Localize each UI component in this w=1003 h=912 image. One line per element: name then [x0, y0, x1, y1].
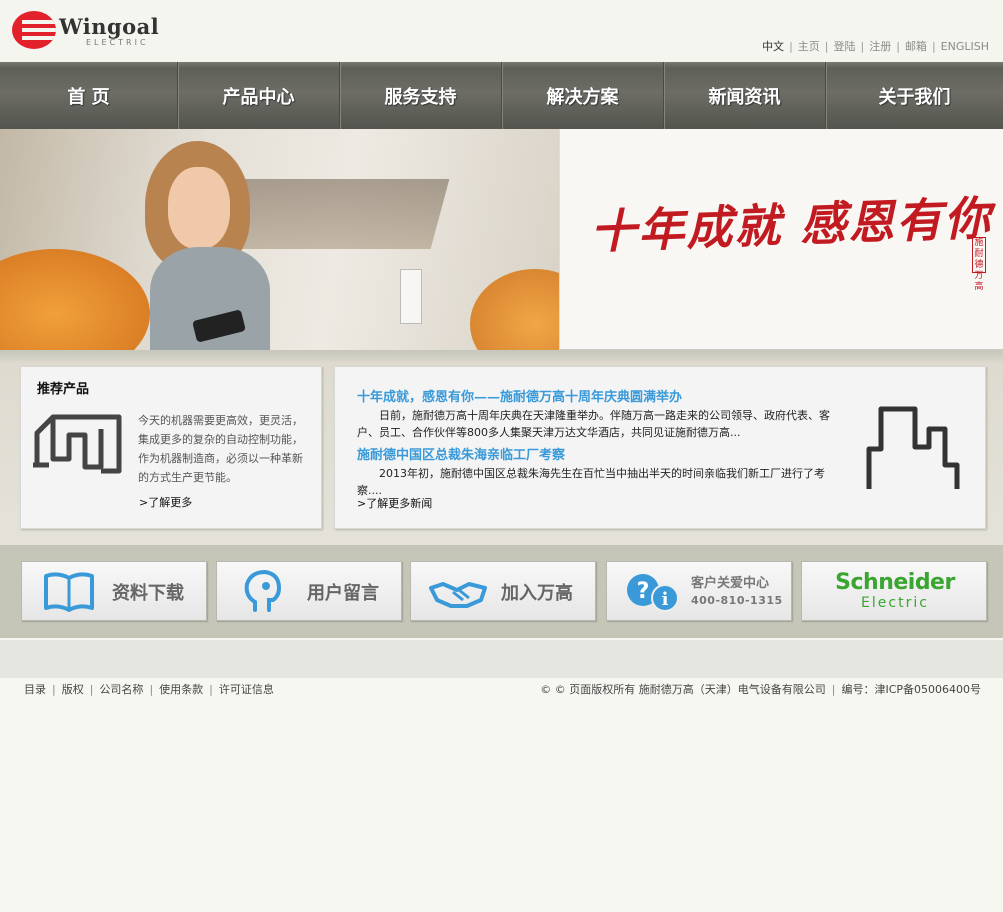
divider: | — [52, 683, 56, 696]
news-panel: 十年成就，感恩有你——施耐德万高十周年庆典圆满举办 日前，施耐德万高十周年庆典在… — [334, 366, 986, 529]
content-band: 推荐产品 今天的机器需要更高效，更灵活，集成更多的复杂的自动控制功能，作为机器制… — [0, 350, 1003, 545]
register-link[interactable]: 注册 — [869, 40, 891, 53]
lang-english-link[interactable]: ENGLISH — [941, 40, 989, 53]
news-summary: 日前，施耐德万高十周年庆典在天津隆重举办。伴随万高一路走来的公司领导、政府代表、… — [357, 409, 830, 439]
join-tile[interactable]: 加入万高 — [410, 561, 596, 621]
customer-care-label: 客户关爱中心 — [691, 576, 770, 591]
news-item: 十年成就，感恩有你——施耐德万高十周年庆典圆满举办 日前，施耐德万高十周年庆典在… — [357, 389, 839, 441]
help-info-icon: ? i — [627, 574, 679, 612]
footer-directory-link[interactable]: 目录 — [24, 683, 46, 696]
logo-text: Wingoal — [59, 14, 160, 39]
customer-care-phone: 400-810-1315 — [691, 594, 783, 607]
footer-copyright: © © 页面版权所有 施耐德万高（天津）电气设备有限公司 | 编号：津ICP备050… — [540, 681, 981, 697]
svg-text:i: i — [662, 589, 669, 610]
machine-icon — [33, 414, 122, 474]
logo-mark-icon — [12, 11, 56, 49]
nav-about[interactable]: 关于我们 — [826, 62, 1003, 129]
join-label: 加入万高 — [501, 583, 573, 604]
divider: | — [789, 40, 793, 53]
news-list: 十年成就，感恩有你——施耐德万高十周年庆典圆满举办 日前，施耐德万高十周年庆典在… — [357, 389, 839, 505]
footer-copyright-link[interactable]: 版权 — [62, 683, 84, 696]
header: Wingoal ELECTRIC 中文 | 主页 | 登陆 | 注册 | 邮箱 | ENGLISH — [0, 0, 1003, 62]
banner-slogan-panel: 十年成就 感恩有你 施耐德万高 — [559, 129, 1003, 350]
news-title-link[interactable]: 十年成就，感恩有你——施耐德万高十周年庆典圆满举办 — [357, 389, 839, 407]
recommended-products-panel: 推荐产品 今天的机器需要更高效，更灵活，集成更多的复杂的自动控制功能，作为机器制… — [20, 366, 322, 529]
quick-links-strip: 资料下载 用户留言 加入万高 ? i 客户关爱中心 400-810-1315 S… — [0, 545, 1003, 638]
footer: 目录 | 版权 | 公司名称 | 使用条款 | 许可证信息 © © 页面版权所有 施耐德万高（天… — [0, 681, 1003, 697]
divider: | — [831, 683, 836, 696]
news-more-link[interactable]: >了解更多新闻 — [357, 495, 432, 511]
main-nav: 首 页 产品中心 服务支持 解决方案 新闻资讯 关于我们 — [0, 62, 1003, 129]
message-label: 用户留言 — [307, 583, 379, 604]
nav-news[interactable]: 新闻资讯 — [664, 62, 826, 129]
divider: | — [824, 40, 829, 53]
footer-links: 目录 | 版权 | 公司名称 | 使用条款 | 许可证信息 — [24, 681, 274, 697]
products-more-link[interactable]: >了解更多 — [139, 494, 192, 510]
book-icon — [44, 572, 94, 612]
schneider-logo-sub: Electric — [861, 595, 929, 611]
city-buildings-icon — [866, 406, 960, 489]
top-links: 中文 | 主页 | 登陆 | 注册 | 邮箱 | ENGLISH — [762, 38, 989, 54]
divider: | — [860, 40, 865, 53]
mail-link[interactable]: 邮箱 — [905, 40, 927, 53]
divider: | — [931, 40, 936, 53]
news-title-link[interactable]: 施耐德中国区总裁朱海亲临工厂考察 — [357, 447, 839, 465]
nav-service[interactable]: 服务支持 — [340, 62, 502, 129]
products-title: 推荐产品 — [37, 382, 90, 397]
products-description: 今天的机器需要更高效，更灵活，集成更多的复杂的自动控制功能，作为机器制造商，必须… — [138, 414, 303, 484]
divider: | — [896, 40, 900, 53]
banner-seal: 施耐德万高 — [972, 237, 986, 292]
footer-license-link[interactable]: 许可证信息 — [219, 683, 274, 696]
nav-home[interactable]: 首 页 — [0, 62, 178, 129]
user-head-icon — [244, 570, 282, 612]
logo[interactable]: Wingoal ELECTRIC — [12, 10, 162, 52]
nav-products[interactable]: 产品中心 — [178, 62, 340, 129]
schneider-logo-name: Schneider — [835, 570, 955, 595]
banner-slogan: 十年成就 感恩有你 — [589, 190, 993, 259]
customer-care-tile[interactable]: ? i 客户关爱中心 400-810-1315 — [606, 561, 792, 621]
login-link[interactable]: 登陆 — [834, 40, 856, 53]
copyright-text: © © 页面版权所有 施耐德万高（天津）电气设备有限公司 — [540, 683, 826, 696]
news-item: 施耐德中国区总裁朱海亲临工厂考察 2013年初，施耐德中国区总裁朱海先生在百忙当… — [357, 447, 839, 499]
footer-band — [0, 640, 1003, 680]
nav-solutions[interactable]: 解决方案 — [502, 62, 664, 129]
footer-terms-link[interactable]: 使用条款 — [159, 683, 203, 696]
banner[interactable]: 十年成就 感恩有你 施耐德万高 — [0, 129, 1003, 350]
logo-subtext: ELECTRIC — [86, 38, 149, 47]
footer-company-link[interactable]: 公司名称 — [99, 683, 143, 696]
page: Wingoal ELECTRIC 中文 | 主页 | 登陆 | 注册 | 邮箱 | ENGLISH … — [0, 0, 1003, 912]
divider: | — [209, 683, 213, 696]
banner-photo — [0, 129, 559, 350]
schneider-tile[interactable]: Schneider Electric — [801, 561, 987, 621]
divider: | — [89, 683, 94, 696]
icp-number: 编号：津ICP备05006400号 — [841, 683, 981, 696]
divider: | — [149, 683, 154, 696]
lang-chinese-link[interactable]: 中文 — [762, 40, 784, 53]
download-tile[interactable]: 资料下载 — [21, 561, 207, 621]
svg-text:?: ? — [637, 579, 650, 604]
home-link[interactable]: 主页 — [798, 40, 820, 53]
news-summary: 2013年初，施耐德中国区总裁朱海先生在百忙当中抽出半天的时间亲临我们新工厂进行… — [357, 467, 825, 497]
handshake-icon — [429, 582, 487, 608]
message-tile[interactable]: 用户留言 — [216, 561, 402, 621]
download-label: 资料下载 — [112, 583, 184, 604]
